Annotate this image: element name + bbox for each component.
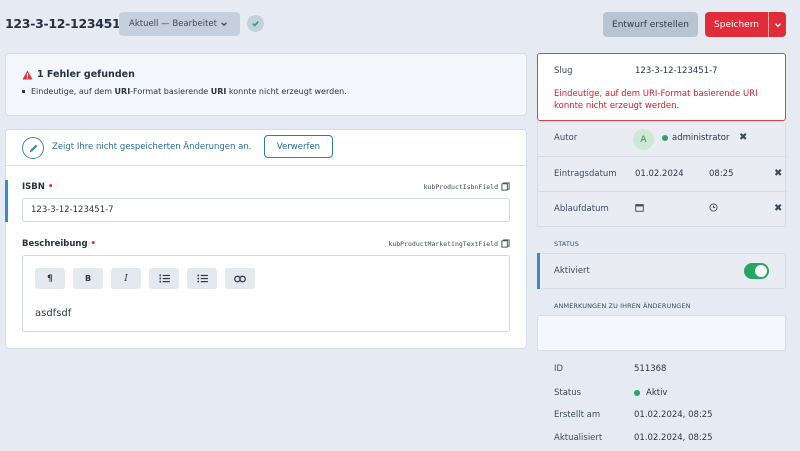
bullet-icon — [22, 90, 25, 93]
notes-input[interactable] — [537, 315, 786, 351]
id-label: ID — [554, 364, 564, 374]
updated-value: 01.02.2024, 08:25 — [634, 433, 713, 443]
toggle-knob — [755, 265, 767, 277]
copy-icon — [501, 239, 510, 248]
error-list-item: Eindeutige, auf dem URI-Format basierend… — [22, 87, 347, 96]
save-button[interactable]: Speichern — [705, 12, 768, 37]
status-section-heading: STATUS — [554, 240, 579, 248]
rich-text-editor[interactable]: ¶ B I asdfsdf — [22, 255, 510, 332]
field-focus-indicator — [5, 180, 8, 222]
slug-error-message: Eindeutige, auf dem URI-Format basierend… — [554, 89, 758, 111]
create-draft-button[interactable]: Entwurf erstellen — [603, 12, 698, 37]
ordered-list-button[interactable] — [149, 268, 179, 289]
entry-form: Zeigt Ihre nicht gespeicherten Änderunge… — [5, 129, 527, 349]
status-dot — [634, 390, 640, 396]
link-icon — [234, 275, 246, 282]
bullet-list-icon — [196, 274, 208, 283]
error-heading: 1 Fehler gefunden — [22, 69, 135, 80]
clear-expiry-date-icon[interactable]: ✖ — [774, 203, 782, 214]
isbn-field-handle[interactable]: kubProductIsbnField — [424, 182, 510, 191]
entry-meta-panel: Autor A administrator ✖ Eintragsdatum 01… — [537, 122, 787, 227]
italic-button[interactable]: I — [111, 268, 141, 289]
chevron-down-icon — [221, 22, 227, 27]
post-time-input[interactable]: 08:25 — [709, 169, 734, 179]
bullet-list-button[interactable] — [187, 268, 217, 289]
calendar-icon[interactable] — [635, 203, 644, 212]
status-label: Status — [554, 388, 582, 398]
isbn-label: ISBN • — [22, 182, 54, 192]
save-options-button[interactable] — [768, 12, 786, 37]
author-name: administrator — [672, 133, 730, 143]
post-date-label: Eintragsdatum — [554, 169, 617, 179]
notes-section-heading: ANMERKUNGEN ZU IHREN ÄNDERUNGEN — [554, 302, 691, 310]
required-marker: • — [47, 182, 54, 192]
discard-button[interactable]: Verwerfen — [264, 135, 333, 158]
required-marker: • — [90, 239, 96, 249]
paragraph-button[interactable]: ¶ — [35, 268, 65, 289]
bold-icon: B — [84, 274, 92, 283]
clock-icon[interactable] — [709, 203, 718, 212]
slug-field: Slug 123-3-12-123451-7 Eindeutige, auf d… — [537, 53, 786, 121]
updated-label: Aktualisiert — [554, 433, 603, 443]
description-label: Beschreibung • — [22, 239, 96, 249]
slug-input[interactable]: 123-3-12-123451-7 — [635, 66, 718, 76]
field-focus-indicator — [537, 253, 540, 289]
italic-icon: I — [124, 273, 128, 284]
avatar: A — [633, 129, 654, 150]
editor-content[interactable]: asdfsdf — [35, 308, 71, 319]
page-title: 123-3-12-123451-7 — [5, 16, 134, 31]
remove-author-icon[interactable]: ✖ — [739, 132, 747, 143]
copy-icon — [501, 182, 510, 191]
unsaved-changes-bar: Zeigt Ihre nicht gespeicherten Änderunge… — [6, 130, 526, 166]
revision-status-dropdown[interactable]: Aktuell — Bearbeitet — [119, 12, 240, 36]
post-date-input[interactable]: 01.02.2024 — [635, 169, 684, 179]
expiry-date-label: Ablaufdatum — [554, 204, 609, 214]
warning-icon — [22, 69, 33, 80]
slug-label: Slug — [554, 66, 573, 76]
enabled-label: Aktiviert — [554, 266, 590, 276]
status-dot — [662, 135, 668, 141]
isbn-input[interactable]: 123-3-12-123451-7 — [22, 198, 510, 222]
created-label: Erstellt am — [554, 410, 601, 420]
expiry-date-row: Ablaufdatum ✖ — [538, 192, 787, 227]
description-field-handle[interactable]: kubProductMarketingTextField — [388, 239, 510, 248]
saved-check-icon — [247, 15, 264, 32]
author-chip[interactable]: administrator — [662, 133, 730, 143]
bold-button[interactable]: B — [73, 268, 103, 289]
pencil-icon — [22, 137, 44, 159]
unsaved-changes-text: Zeigt Ihre nicht gespeicherten Änderunge… — [52, 142, 252, 152]
clear-post-date-icon[interactable]: ✖ — [774, 168, 782, 179]
error-heading-text: 1 Fehler gefunden — [37, 69, 135, 80]
revision-status-label: Aktuell — Bearbeitet — [129, 19, 217, 29]
id-value: 511368 — [634, 364, 667, 374]
post-date-row: Eintragsdatum 01.02.2024 08:25 ✖ — [538, 157, 787, 192]
ordered-list-icon — [159, 274, 170, 283]
chevron-down-icon — [774, 22, 781, 27]
link-button[interactable] — [225, 268, 255, 289]
created-value: 01.02.2024, 08:25 — [634, 410, 713, 420]
author-label: Autor — [554, 133, 578, 143]
enabled-toggle[interactable] — [744, 263, 769, 279]
enabled-field: Aktiviert — [537, 253, 786, 289]
status-badge: Aktiv — [634, 388, 667, 398]
author-row: Autor A administrator ✖ — [538, 122, 787, 157]
error-summary: 1 Fehler gefunden Eindeutige, auf dem UR… — [5, 53, 527, 116]
error-message: Eindeutige, auf dem URI-Format basierend… — [31, 87, 347, 96]
paragraph-icon: ¶ — [47, 273, 53, 284]
